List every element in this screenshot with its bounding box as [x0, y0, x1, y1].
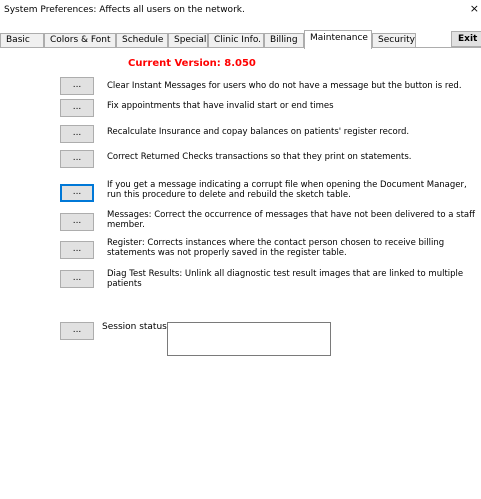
close-icon[interactable]: × [470, 3, 479, 15]
tab-clinic-info[interactable]: Clinic Info. [208, 33, 264, 48]
tab-basic[interactable]: Basic [0, 33, 44, 48]
task-description: Diag Test Results: Unlink all diagnostic… [107, 269, 464, 289]
tab-strip: Basic Colors & Font Schedule Special Cli… [0, 30, 481, 49]
rebuild-sketch-table-button[interactable]: ... [60, 184, 94, 202]
tab-billing[interactable]: Billing [264, 33, 304, 48]
task-description: If you get a message indicating a corrup… [107, 180, 467, 200]
tab-special[interactable]: Special [168, 33, 208, 48]
tab-colors-font[interactable]: Colors & Font [44, 33, 116, 48]
tab-schedule[interactable]: Schedule [116, 33, 168, 48]
unlink-diag-results-button[interactable]: ... [60, 270, 94, 288]
window-title: System Preferences: Affects all users on… [4, 5, 245, 15]
session-status-button[interactable]: ... [60, 322, 94, 340]
session-status-label: Session status: [102, 322, 170, 332]
correct-returned-checks-button[interactable]: ... [60, 150, 94, 168]
tab-security[interactable]: Security [372, 33, 416, 48]
task-description: Clear Instant Messages for users who do … [107, 81, 462, 91]
recalculate-balances-button[interactable]: ... [60, 125, 94, 143]
title-bar: System Preferences: Affects all users on… [0, 0, 481, 20]
fix-register-contact-button[interactable]: ... [60, 241, 94, 259]
task-description: Fix appointments that have invalid start… [107, 101, 334, 111]
tab-maintenance[interactable]: Maintenance [304, 30, 372, 49]
clear-messages-button[interactable]: ... [60, 77, 94, 95]
task-description: Correct Returned Checks transactions so … [107, 152, 412, 162]
task-description: Recalculate Insurance and copay balances… [107, 127, 410, 137]
version-label: Current Version: 8.050 [128, 58, 256, 69]
task-description: Register: Corrects instances where the c… [107, 238, 445, 258]
tab-divider [0, 47, 481, 48]
task-description: Messages: Correct the occurrence of mess… [107, 210, 475, 230]
exit-button[interactable]: Exit [451, 31, 481, 47]
session-status-field[interactable] [167, 322, 331, 356]
correct-messages-button[interactable]: ... [60, 213, 94, 231]
fix-appointments-button[interactable]: ... [60, 99, 94, 117]
